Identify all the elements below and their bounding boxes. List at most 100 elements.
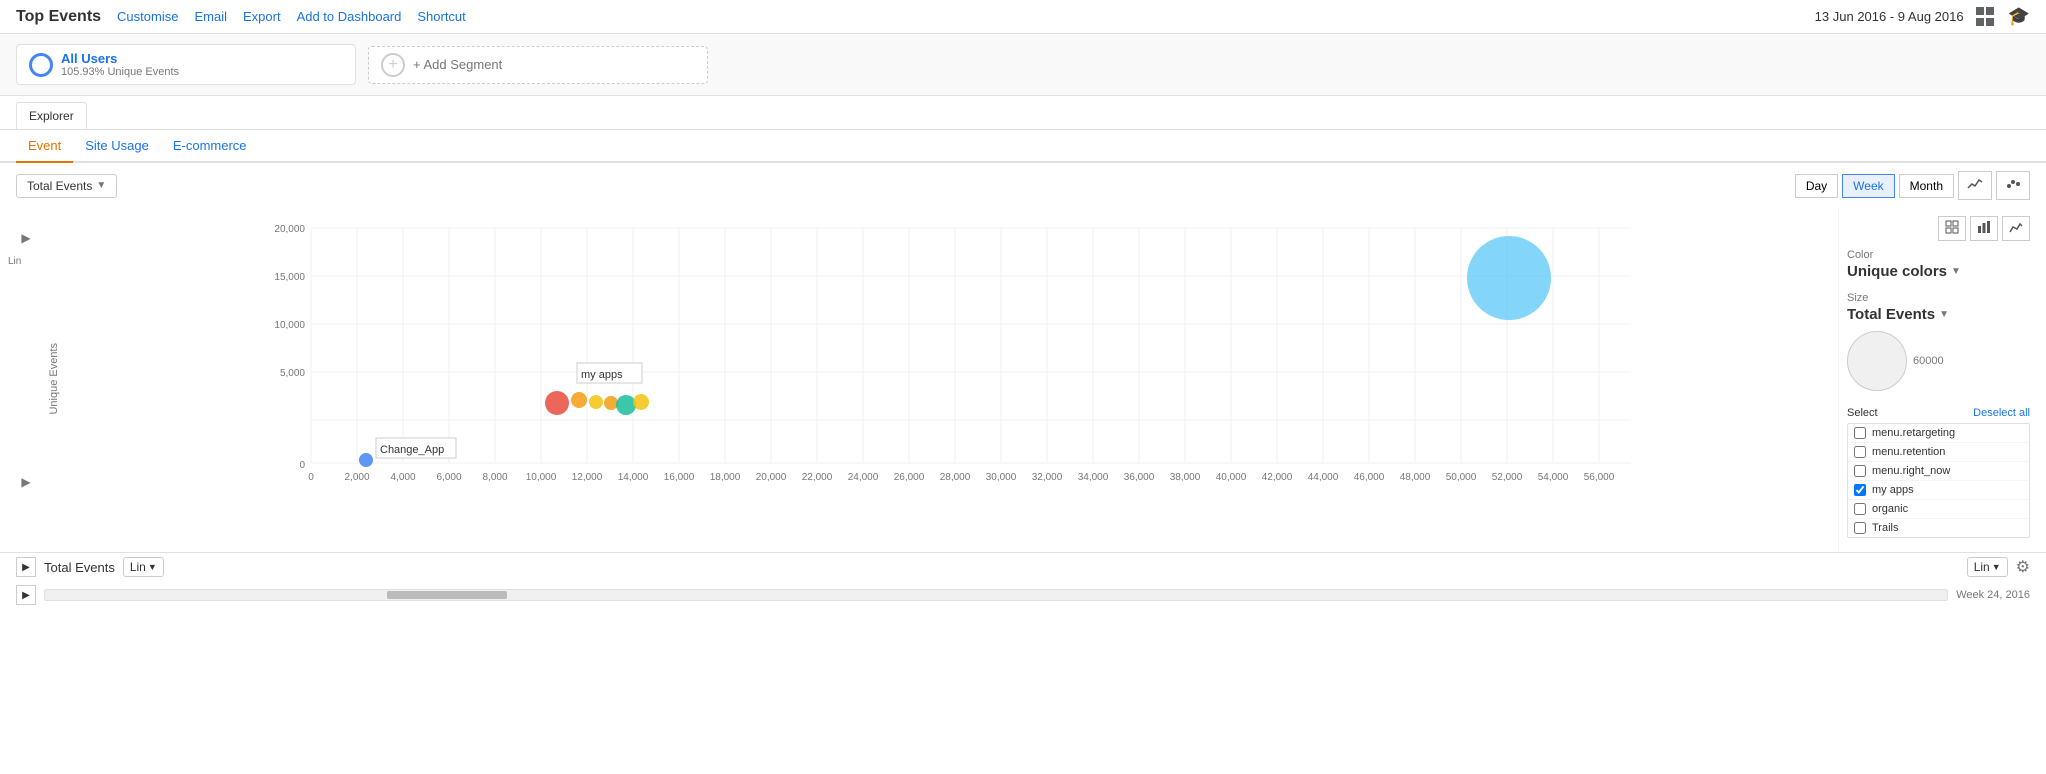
bar-chart-btn[interactable] — [1970, 216, 1998, 241]
customise-link[interactable]: Customise — [117, 9, 178, 24]
svg-text:20,000: 20,000 — [274, 224, 305, 235]
chart-controls — [1847, 216, 2030, 241]
add-segment-button[interactable]: + + Add Segment — [368, 46, 708, 84]
bubble-myapps-5[interactable] — [616, 395, 636, 415]
grid-scatter-btn[interactable] — [1938, 216, 1966, 241]
y-tick-0: Lin — [8, 256, 21, 267]
svg-text:30,000: 30,000 — [986, 472, 1017, 483]
bubble-change-app[interactable] — [359, 453, 373, 467]
export-link[interactable]: Export — [243, 9, 281, 24]
right-panel: Color Unique colors ▼ Size Total Events … — [1838, 208, 2038, 550]
checkbox-myapps[interactable] — [1854, 484, 1866, 496]
list-item-retention: menu.retention — [1848, 443, 2029, 462]
hat-icon[interactable]: 🎓 — [2008, 6, 2030, 27]
all-users-segment[interactable]: All Users 105.93% Unique Events — [16, 44, 356, 85]
segment-bar: All Users 105.93% Unique Events + + Add … — [0, 34, 2046, 96]
x-lin-label: Lin — [130, 560, 146, 574]
svg-text:6,000: 6,000 — [436, 472, 461, 483]
svg-text:10,000: 10,000 — [274, 320, 305, 331]
timeline-slider-track[interactable] — [44, 589, 1948, 601]
y-lin-dropdown[interactable]: Lin ▼ — [1967, 557, 2008, 577]
label-retargeting: menu.retargeting — [1872, 427, 1955, 439]
play-pause-button[interactable]: ▶ — [16, 557, 36, 577]
shortcut-link[interactable]: Shortcut — [417, 9, 465, 24]
total-events-dropdown[interactable]: Total Events ▼ — [16, 174, 117, 198]
week-button[interactable]: Week — [1842, 174, 1894, 198]
date-range-text[interactable]: 13 Jun 2016 - 9 Aug 2016 — [1815, 9, 1964, 24]
size-section: Size Total Events ▼ 60000 — [1847, 292, 2030, 395]
checkbox-organic[interactable] — [1854, 503, 1866, 515]
timeline-slider-thumb[interactable] — [387, 591, 507, 599]
bottom-left: ▶ Total Events Lin ▼ — [16, 557, 164, 577]
chart-section: ▶ Lin ▶ Unique Events — [0, 208, 2046, 550]
bubble-myapps-3[interactable] — [589, 395, 603, 409]
bubble-large[interactable] — [1467, 236, 1551, 320]
changeapp-label: Change_App — [380, 444, 444, 456]
svg-text:14,000: 14,000 — [618, 472, 649, 483]
x-axis-label: Total Events — [44, 560, 115, 575]
svg-text:38,000: 38,000 — [1170, 472, 1201, 483]
day-button[interactable]: Day — [1795, 174, 1838, 198]
bubble-myapps-1[interactable] — [545, 391, 569, 415]
deselect-all-button[interactable]: Deselect all — [1973, 407, 2030, 419]
header-right: 13 Jun 2016 - 9 Aug 2016 13 Jun 2016 - 9… — [1815, 6, 2030, 27]
scatter-chart-button[interactable] — [1996, 171, 2030, 200]
checkbox-retention[interactable] — [1854, 446, 1866, 458]
label-trails: Trails — [1872, 522, 1898, 534]
size-dropdown-arrow[interactable]: ▼ — [1939, 309, 1949, 320]
svg-text:5,000: 5,000 — [280, 368, 305, 379]
line-chart-btn2[interactable] — [2002, 216, 2030, 241]
svg-text:0: 0 — [308, 472, 314, 483]
color-section: Color Unique colors ▼ — [1847, 249, 2030, 280]
timeline-play-button[interactable]: ▶ — [16, 585, 36, 605]
month-button[interactable]: Month — [1899, 174, 1954, 198]
checkbox-trails[interactable] — [1854, 522, 1866, 534]
checkbox-right-now[interactable] — [1854, 465, 1866, 477]
color-dropdown-arrow[interactable]: ▼ — [1951, 266, 1961, 277]
bubble-myapps-6[interactable] — [633, 394, 649, 410]
y-axis-label: Unique Events — [44, 343, 64, 415]
list-item-retargeting: menu.retargeting — [1848, 424, 2029, 443]
add-to-dashboard-link[interactable]: Add to Dashboard — [297, 9, 402, 24]
svg-text:15,000: 15,000 — [274, 272, 305, 283]
bubble-myapps-2[interactable] — [571, 392, 587, 408]
checkbox-retargeting[interactable] — [1854, 427, 1866, 439]
settings-icon[interactable]: ⚙ — [2016, 557, 2030, 577]
explorer-tab[interactable]: Explorer — [16, 102, 87, 129]
bubble-myapps-4[interactable] — [604, 396, 618, 410]
tab-event[interactable]: Event — [16, 130, 73, 163]
header-left: Top Events Customise Email Export Add to… — [16, 8, 466, 26]
svg-text:56,000: 56,000 — [1584, 472, 1615, 483]
size-circle-container: 60000 — [1847, 327, 2030, 395]
collapse-left-arrow[interactable]: ▶ — [16, 228, 36, 248]
timeline-bar: ▶ Week 24, 2016 — [0, 581, 2046, 609]
segment-name: All Users — [61, 51, 179, 66]
label-right-now: menu.right_now — [1872, 465, 1950, 477]
select-section: Select Deselect all menu.retargeting men… — [1847, 407, 2030, 538]
chart-svg: 20,000 15,000 10,000 5,000 0 0 2,000 4,0… — [64, 208, 1838, 488]
svg-text:42,000: 42,000 — [1262, 472, 1293, 483]
color-value: Unique colors ▼ — [1847, 263, 2030, 280]
svg-text:40,000: 40,000 — [1216, 472, 1247, 483]
y-lin-arrow: ▼ — [1992, 562, 2001, 572]
svg-text:22,000: 22,000 — [802, 472, 833, 483]
chart-area: 20,000 15,000 10,000 5,000 0 0 2,000 4,0… — [64, 208, 1838, 550]
toolbar-right: Day Week Month — [1795, 171, 2030, 200]
size-circle — [1847, 331, 1907, 391]
expand-left-arrow[interactable]: ▶ — [16, 472, 36, 492]
y-lin-label: Lin — [1974, 560, 1990, 574]
tab-site-usage[interactable]: Site Usage — [73, 130, 161, 163]
svg-text:48,000: 48,000 — [1400, 472, 1431, 483]
email-link[interactable]: Email — [194, 9, 227, 24]
tab-ecommerce[interactable]: E-commerce — [161, 130, 259, 163]
header: Top Events Customise Email Export Add to… — [0, 0, 2046, 34]
grid-view-icon[interactable] — [1976, 7, 1996, 27]
svg-text:8,000: 8,000 — [482, 472, 507, 483]
segment-circle — [29, 53, 53, 77]
bottom-right: Lin ▼ ⚙ — [1967, 557, 2030, 577]
x-lin-arrow: ▼ — [148, 562, 157, 572]
left-controls: ▶ Lin ▶ — [8, 208, 44, 550]
line-chart-button[interactable] — [1958, 171, 1992, 200]
x-lin-dropdown[interactable]: Lin ▼ — [123, 557, 164, 577]
svg-text:32,000: 32,000 — [1032, 472, 1063, 483]
